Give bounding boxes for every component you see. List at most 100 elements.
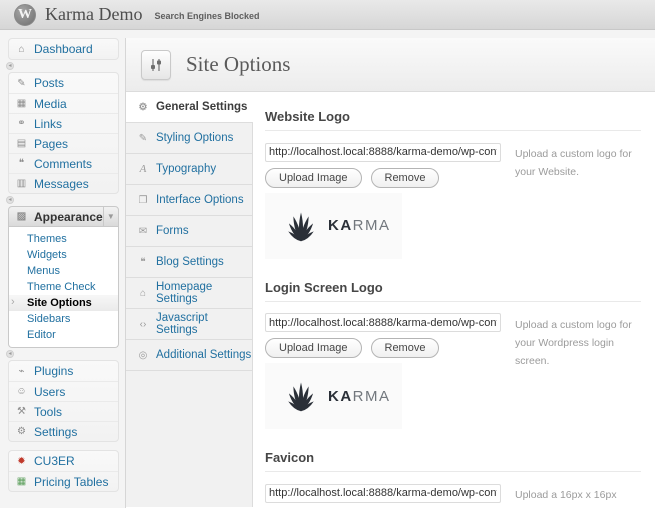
sidebar-item-media[interactable]: ▦ Media	[9, 93, 118, 113]
login-logo-url-input[interactable]	[265, 313, 501, 332]
sidebar-item-label: Posts	[34, 76, 64, 90]
appearance-submenu: Themes Widgets Menus Theme Check › Site …	[8, 227, 119, 348]
collapse-arrow-icon[interactable]: ◂	[6, 62, 14, 70]
tools-icon: ⚒	[14, 406, 29, 417]
field-description: Upload a custom logo for your Website.	[515, 142, 641, 259]
pin-icon: ✎	[14, 78, 29, 89]
tab-forms[interactable]: ✉ Forms	[126, 216, 252, 247]
sidebar-item-pages[interactable]: ▤ Pages	[9, 133, 118, 153]
field-description: Upload a custom logo for your Wordpress …	[515, 313, 641, 430]
admin-menu-box: ⌁ Plugins ☺ Users ⚒ Tools ⚙ Settings	[8, 360, 119, 442]
users-icon: ☺	[14, 386, 29, 397]
sidebar-item-label: Dashboard	[34, 42, 93, 56]
sidebar-item-label: Pages	[34, 137, 68, 151]
submenu-item-themes[interactable]: Themes	[9, 231, 118, 247]
sidebar-item-links[interactable]: ⚭ Links	[9, 113, 118, 133]
section-heading: Website Logo	[265, 109, 641, 124]
media-icon: ▦	[14, 98, 29, 109]
chevron-down-icon[interactable]: ▼	[103, 207, 118, 226]
submenu-item-widgets[interactable]: Widgets	[9, 247, 118, 263]
sidebar-item-posts[interactable]: ✎ Posts	[9, 73, 118, 93]
submenu-item-menus[interactable]: Menus	[9, 263, 118, 279]
tab-general-settings[interactable]: ⚙ General Settings	[126, 92, 253, 123]
section-favicon: Favicon Upload Image Remove Upload a 16p…	[265, 450, 641, 507]
sidebar-item-label: Comments	[34, 157, 92, 171]
tab-additional-settings[interactable]: ◎ Additional Settings	[126, 340, 252, 371]
section-login-screen-logo: Login Screen Logo Upload Image Remove	[265, 280, 641, 430]
sidebar-item-users[interactable]: ☺ Users	[9, 381, 118, 401]
admin-sidebar: ⌂ Dashboard ◂ ✎ Posts ▦ Media ⚭ Links ▤ …	[0, 38, 125, 492]
tab-blog-settings[interactable]: ❝ Blog Settings	[126, 247, 252, 278]
collapse-arrow-icon[interactable]: ◂	[6, 196, 14, 204]
upload-image-button[interactable]: Upload Image	[265, 338, 362, 358]
sidebar-item-appearance[interactable]: ▨ Appearance ▼	[8, 206, 119, 227]
sidebar-item-dashboard[interactable]: ⌂ Dashboard	[9, 39, 118, 59]
remove-button[interactable]: Remove	[371, 168, 440, 188]
tab-javascript-settings[interactable]: ‹› Javascript Settings	[126, 309, 252, 340]
sidebar-item-tools[interactable]: ⚒ Tools	[9, 401, 118, 421]
sliders-icon	[141, 50, 171, 80]
appearance-menu-box: ▨ Appearance ▼ Themes Widgets Menus Them…	[8, 206, 119, 348]
field-description: Upload a 16px x 16px image that will rep…	[515, 483, 641, 507]
tab-typography[interactable]: A Typography	[126, 154, 252, 185]
current-item-arrow-icon: ›	[11, 296, 15, 308]
sidebar-item-label: Tools	[34, 405, 62, 419]
tab-label: Forms	[156, 225, 189, 237]
tab-label: Homepage Settings	[156, 281, 252, 305]
collapse-arrow-icon[interactable]: ◂	[6, 350, 14, 358]
admin-header: W Karma Demo Search Engines Blocked	[0, 0, 655, 30]
section-heading: Favicon	[265, 450, 641, 465]
karma-leaf-icon	[283, 205, 319, 247]
tab-styling-options[interactable]: ✎ Styling Options	[126, 123, 252, 154]
submenu-item-editor[interactable]: Editor	[9, 327, 118, 343]
submenu-item-label: Site Options	[27, 297, 92, 309]
sidebar-separator: ◂	[6, 195, 125, 205]
content-menu-box: ✎ Posts ▦ Media ⚭ Links ▤ Pages ❝ Commen…	[8, 72, 119, 194]
settings-main: Website Logo Upload Image Remove	[253, 92, 655, 507]
home-icon: ⌂	[14, 44, 29, 55]
appearance-icon: ▨	[14, 211, 29, 222]
sidebar-gap	[0, 442, 125, 450]
page-header: Site Options	[126, 38, 655, 92]
sidebar-item-plugins[interactable]: ⌁ Plugins	[9, 361, 118, 381]
tab-label: Styling Options	[156, 132, 233, 144]
favicon-url-input[interactable]	[265, 484, 501, 503]
karma-leaf-icon	[283, 375, 319, 417]
sidebar-item-cu3er[interactable]: ✹ CU3ER	[9, 451, 118, 471]
sidebar-item-settings[interactable]: ⚙ Settings	[9, 421, 118, 441]
sidebar-item-label: Plugins	[34, 364, 73, 378]
circle-gear-icon: ◎	[135, 350, 151, 361]
settings-nav: ⚙ General Settings ✎ Styling Options A T…	[126, 92, 253, 507]
sidebar-item-label: Messages	[34, 177, 89, 191]
tab-interface-options[interactable]: ❐ Interface Options	[126, 185, 252, 216]
plugins-menu-box: ✹ CU3ER ▦ Pricing Tables	[8, 450, 119, 492]
website-logo-preview: KARMA	[265, 193, 402, 259]
karma-wordmark: KARMA	[328, 217, 391, 234]
main-content-panel: Site Options ⚙ General Settings ✎ Stylin…	[125, 38, 655, 508]
site-name-link[interactable]: Karma Demo	[45, 4, 142, 25]
page-icon: ▤	[14, 138, 29, 149]
submenu-item-theme-check[interactable]: Theme Check	[9, 279, 118, 295]
submenu-item-sidebars[interactable]: Sidebars	[9, 311, 118, 327]
submenu-item-site-options[interactable]: › Site Options	[9, 295, 118, 311]
sidebar-item-label: Media	[34, 97, 67, 111]
tab-homepage-settings[interactable]: ⌂ Homepage Settings	[126, 278, 252, 309]
sidebar-item-comments[interactable]: ❝ Comments	[9, 153, 118, 173]
upload-image-button[interactable]: Upload Image	[265, 168, 362, 188]
content-body: ⚙ General Settings ✎ Styling Options A T…	[126, 92, 655, 507]
sidebar-separator: ◂	[6, 61, 125, 71]
pencil-icon: ✎	[135, 133, 151, 144]
tab-label: Javascript Settings	[156, 312, 252, 336]
karma-wordmark: KARMA	[328, 388, 391, 405]
tab-label: Additional Settings	[156, 349, 251, 361]
section-divider	[265, 301, 641, 302]
layout-icon: ❐	[135, 195, 151, 206]
sidebar-item-label: Pricing Tables	[34, 475, 108, 489]
wordpress-logo-icon[interactable]: W	[14, 4, 36, 26]
sidebar-item-pricing-tables[interactable]: ▦ Pricing Tables	[9, 471, 118, 491]
code-icon: ‹›	[135, 319, 151, 330]
sidebar-separator: ◂	[6, 349, 125, 359]
remove-button[interactable]: Remove	[371, 338, 440, 358]
website-logo-url-input[interactable]	[265, 143, 501, 162]
sidebar-item-messages[interactable]: ▥ Messages	[9, 173, 118, 193]
